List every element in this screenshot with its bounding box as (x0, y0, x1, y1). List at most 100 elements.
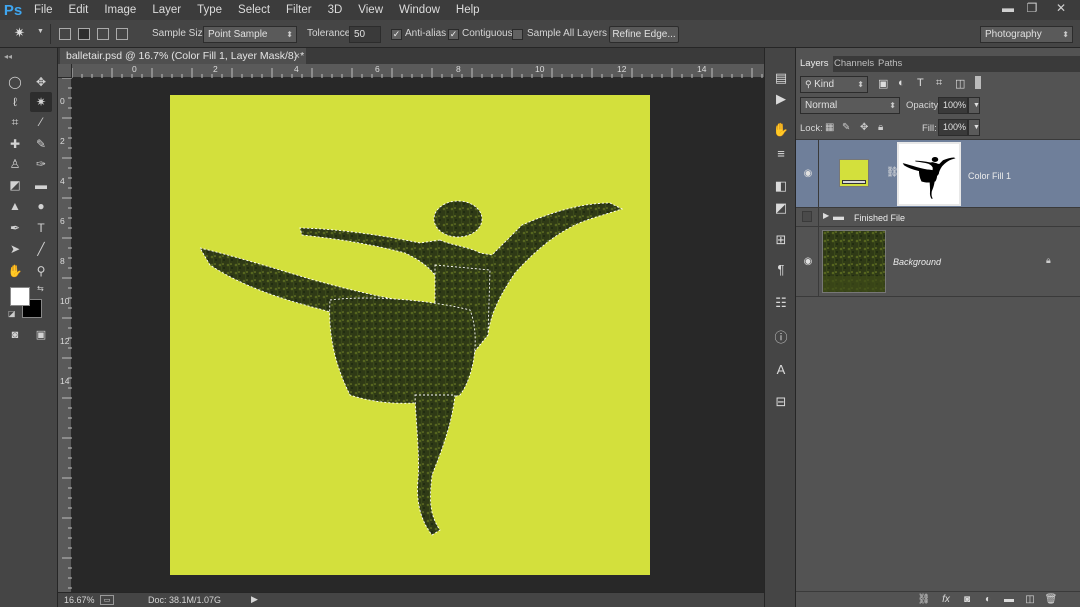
adjustment-filter-icon[interactable]: ◐ (898, 77, 905, 89)
character-icon[interactable]: A (771, 360, 791, 380)
magic-wand-preset-icon[interactable]: ✷ (14, 25, 34, 43)
path-selection-tool-icon[interactable]: ➤ (4, 239, 26, 259)
menu-image[interactable]: Image (96, 0, 144, 20)
lock-position-icon[interactable]: ✥ (860, 122, 868, 133)
menu-3d[interactable]: 3D (320, 0, 351, 20)
swap-colors-icon[interactable]: ⇆ (37, 284, 44, 293)
history-brush-tool-icon[interactable]: ✑ (30, 154, 52, 174)
layer-mask-thumbnail[interactable] (897, 142, 961, 206)
gradient-tool-icon[interactable]: ▬ (30, 175, 52, 195)
sample-all-layers-checkbox[interactable] (512, 29, 523, 40)
collapse-toolbox-icon[interactable]: ◂◂ (4, 52, 12, 61)
visibility-eye-icon[interactable]: ◉ (800, 166, 816, 182)
close-tab-icon[interactable]: × (294, 48, 300, 64)
restore-button[interactable]: ❐ (1020, 0, 1044, 18)
smart-object-filter-icon[interactable]: ◫ (955, 77, 965, 90)
anti-alias-checkbox[interactable]: ✓ (391, 29, 402, 40)
opacity-slider-toggle[interactable]: ▼ (968, 97, 980, 114)
status-options-icon[interactable]: ▭ (100, 595, 114, 605)
pixel-filter-icon[interactable]: ▣ (878, 77, 888, 90)
default-colors-icon[interactable]: ◪ (8, 309, 16, 318)
screen-mode-icon[interactable]: ▣ (30, 325, 52, 345)
document-canvas[interactable] (170, 95, 650, 575)
link-layers-icon[interactable]: ⛓ (917, 593, 931, 607)
brush-tool-icon[interactable]: ✎ (30, 134, 52, 154)
character-styles-icon[interactable]: ☷ (771, 293, 791, 313)
minimize-button[interactable]: ▬ (996, 0, 1020, 18)
foreground-color-swatch[interactable] (10, 287, 30, 306)
lock-transparent-icon[interactable]: ▦ (825, 122, 834, 133)
layer-name[interactable]: Color Fill 1 (968, 171, 1011, 181)
zoom-level[interactable]: 16.67% (64, 595, 95, 605)
layer-style-fx-icon[interactable]: fx (939, 593, 953, 607)
quick-mask-icon[interactable]: ◙ (4, 325, 26, 345)
layer-filter-select[interactable]: ⚲ Kind ⬍ (800, 76, 868, 93)
crop-tool-icon[interactable]: ⌗ (4, 112, 26, 132)
menu-file[interactable]: File (26, 0, 61, 20)
menu-window[interactable]: Window (391, 0, 448, 20)
subtract-selection-icon[interactable] (97, 28, 109, 40)
menu-edit[interactable]: Edit (61, 0, 97, 20)
layer-name[interactable]: Background (893, 257, 941, 267)
actions-play-icon[interactable]: ▶ (771, 89, 791, 109)
new-layer-icon[interactable]: ◫ (1023, 593, 1037, 607)
menu-help[interactable]: Help (448, 0, 488, 20)
status-menu-arrow-icon[interactable]: ▶ (251, 594, 258, 605)
eyedropper-tool-icon[interactable]: ⁄ (30, 112, 52, 132)
menu-select[interactable]: Select (230, 0, 278, 20)
hand-tool-icon[interactable]: ✋ (4, 261, 26, 281)
healing-brush-tool-icon[interactable]: ✚ (4, 134, 26, 154)
lasso-tool-icon[interactable]: ℓ (4, 92, 26, 112)
canvas-area[interactable] (72, 78, 764, 592)
navigator-icon[interactable]: ⊞ (771, 230, 791, 250)
zoom-tool-icon[interactable]: ⚲ (30, 261, 52, 281)
tab-paths[interactable]: Paths (874, 56, 906, 72)
opacity-input[interactable]: 100% (938, 97, 968, 114)
blur-tool-icon[interactable]: ▲ (4, 196, 26, 216)
blend-mode-select[interactable]: Normal ⬍ (800, 97, 900, 114)
line-tool-icon[interactable]: ╱ (30, 239, 52, 259)
type-filter-icon[interactable]: T (917, 77, 924, 89)
brush-settings-icon[interactable]: ≡ (771, 144, 791, 164)
menu-layer[interactable]: Layer (144, 0, 189, 20)
properties-icon[interactable]: ⊟ (771, 392, 791, 412)
new-group-icon[interactable]: ▬ (1002, 593, 1016, 607)
filter-toggle-icon[interactable] (975, 76, 981, 89)
move-tool-icon[interactable]: ✥ (30, 72, 52, 92)
add-to-selection-icon[interactable] (78, 28, 90, 40)
document-tab[interactable]: balletair.psd @ 16.7% (Color Fill 1, Lay… (60, 48, 306, 64)
tool-presets-icon[interactable]: ✋ (771, 120, 791, 140)
adjustments-icon[interactable]: ◩ (771, 198, 791, 218)
magic-wand-tool-icon[interactable]: ✷ (30, 92, 52, 112)
color-fill-thumbnail[interactable] (839, 159, 869, 187)
fill-input[interactable]: 100% (938, 119, 968, 136)
tab-channels[interactable]: Channels (830, 56, 878, 72)
refine-edge-button[interactable]: Refine Edge... (609, 26, 679, 43)
history-panel-icon[interactable]: ▤ (771, 68, 791, 88)
visibility-eye-icon[interactable]: ◉ (800, 254, 816, 270)
menu-filter[interactable]: Filter (278, 0, 320, 20)
info-icon[interactable]: ⓘ (771, 328, 791, 348)
workspace-select[interactable]: Photography ⬍ (980, 26, 1073, 43)
sample-size-select[interactable]: Point Sample ⬍ (203, 26, 297, 43)
menu-type[interactable]: Type (189, 0, 230, 20)
lock-image-icon[interactable]: ✎ (842, 122, 850, 133)
tolerance-input[interactable]: 50 (349, 26, 381, 43)
menu-view[interactable]: View (350, 0, 391, 20)
intersect-selection-icon[interactable] (116, 28, 128, 40)
tab-layers[interactable]: Layers (796, 56, 833, 72)
delete-layer-icon[interactable]: 🗑︎ (1044, 593, 1058, 607)
eraser-tool-icon[interactable]: ◩ (4, 175, 26, 195)
layer-name[interactable]: Finished File (854, 213, 905, 223)
contiguous-checkbox[interactable]: ✓ (448, 29, 459, 40)
add-mask-icon[interactable]: ◙ (960, 593, 974, 607)
type-tool-icon[interactable]: T (30, 218, 52, 238)
preset-dropdown-icon[interactable]: ▼ (37, 28, 44, 35)
clone-stamp-tool-icon[interactable]: ♙ (4, 154, 26, 174)
visibility-empty-box[interactable] (802, 211, 812, 222)
layer-row-finished-file[interactable]: ▶ ▬ Finished File (796, 208, 1080, 227)
pen-tool-icon[interactable]: ✒ (4, 218, 26, 238)
new-selection-icon[interactable] (59, 28, 71, 40)
paragraph-icon[interactable]: ¶ (771, 260, 791, 280)
new-adjustment-layer-icon[interactable]: ◐ (981, 593, 995, 607)
